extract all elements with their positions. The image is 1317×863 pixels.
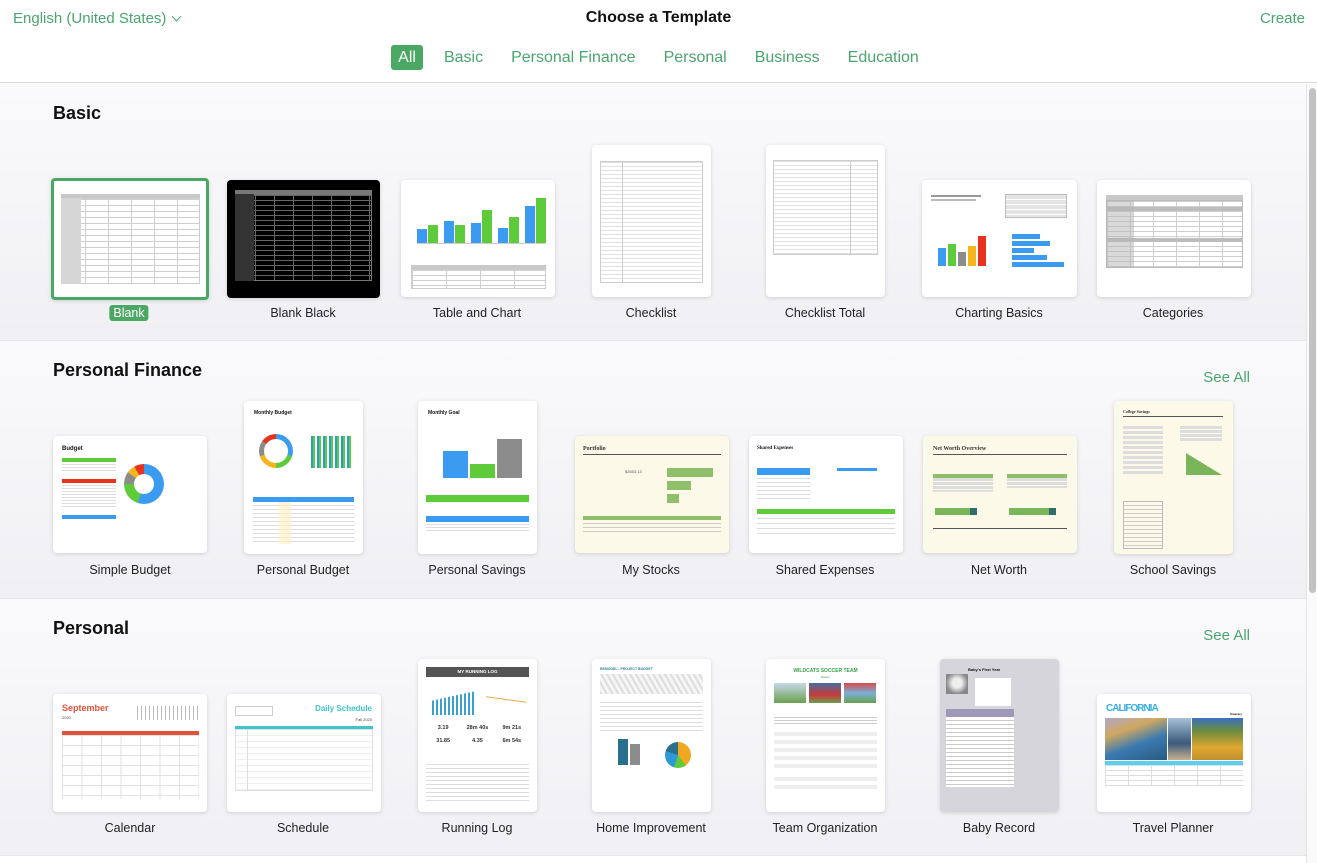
preview-title: MY RUNNING LOG [426,667,529,677]
see-all-link[interactable]: See All [1203,369,1250,386]
template-label: My Stocks [622,563,680,577]
template-thumbnail [51,178,209,300]
template-thumbnail: Shared Expenses [749,436,903,553]
template-label: Calendar [104,821,156,835]
section-personal: Personal See All September 2020 Calendar… [0,599,1306,856]
section-basic: Basic Blank Blank Black Table and Chart … [0,84,1306,341]
preview-title: CALIFORNIA [1106,703,1159,714]
template-label: Simple Budget [89,563,171,577]
page-title: Choose a Template [585,9,732,26]
template-thumbnail: CALIFORNIA Itinerary [1097,694,1251,812]
preview-value: $2653.13 [625,469,642,474]
template-thumbnail: September 2020 [53,694,207,812]
template-label: School Savings [1129,563,1217,577]
template-thumbnail [401,180,555,297]
template-label: Home Improvement [596,821,706,835]
stat-value: 3.19 [437,725,449,731]
template-label: Travel Planner [1132,821,1214,835]
preview-title: Portfolio [583,446,606,452]
preview-title: Daily Schedule [315,704,372,713]
top-bar: English (United States) Choose a Templat… [0,0,1317,83]
tab-business[interactable]: Business [748,45,827,70]
template-label: Personal Budget [256,563,350,577]
template-label: Blank [109,305,149,321]
tab-education[interactable]: Education [841,45,926,70]
preview-sub: Roster [821,675,830,679]
stat-value: 28m 40s [466,725,489,731]
template-label: Table and Chart [432,306,522,320]
stat-value: 4.35 [472,738,483,744]
vertical-scrollbar[interactable] [1306,84,1317,863]
preview-sub: Itinerary [1230,712,1242,716]
create-button[interactable]: Create [1260,10,1305,27]
tab-personal[interactable]: Personal [657,45,734,70]
section-title: Personal Finance [53,360,203,380]
preview-sub: Fall 2020 [355,717,372,722]
template-thumbnail: Portfolio $2653.13 [575,436,729,553]
preview-title: WILDCATS SOCCER TEAM [793,668,858,674]
template-label: Blank Black [270,306,336,320]
stat-value: 9m 21s [502,725,522,731]
tab-personal-finance[interactable]: Personal Finance [504,45,643,70]
section-personal-finance: Personal Finance See All Budget Simple B… [0,341,1306,599]
template-thumbnail: Monthly Budget [244,401,363,554]
template-thumbnail [592,145,711,297]
template-label: Shared Expenses [775,563,875,577]
preview-title: College Savings [1123,409,1150,414]
preview-title: Monthly Budget [254,410,292,416]
template-label: Net Worth [970,563,1028,577]
template-label: Categories [1142,306,1204,320]
template-thumbnail: Net Worth Overview [923,436,1077,553]
template-thumbnail [922,180,1077,297]
template-thumbnail: Monthly Goal [418,401,537,554]
template-gallery: Basic Blank Blank Black Table and Chart … [0,84,1306,863]
template-label: Baby Record [962,821,1036,835]
running-stats: 3.19 28m 40s 9m 21s 31.85 4.35 6m 54s [426,725,529,744]
template-thumbnail: Baby's First Year [940,659,1059,812]
template-label: Schedule [276,821,330,835]
template-label: Checklist Total [784,306,866,320]
preview-title: Net Worth Overview [933,446,987,452]
see-all-link[interactable]: See All [1203,627,1250,644]
template-label: Team Organization [772,821,878,835]
section-title: Personal [53,618,130,638]
template-label: Running Log [441,821,513,835]
template-thumbnail: Daily Schedule Fall 2020 [227,694,381,812]
template-label: Personal Savings [428,563,526,577]
preview-title: Monthly Goal [428,410,460,416]
template-label: Checklist [625,306,677,320]
preview-title: Shared Expenses [757,446,794,451]
tab-all[interactable]: All [391,45,423,70]
scrollbar-thumb[interactable] [1309,88,1316,593]
stat-value: 31.85 [436,738,451,744]
preview-title: Budget [62,446,83,452]
template-thumbnail: REMODEL - PROJECT BUDGET [592,659,711,812]
section-title: Basic [53,103,102,123]
preview-sub: 2020 [62,715,71,720]
template-thumbnail: WILDCATS SOCCER TEAM Roster [766,659,885,812]
template-thumbnail: Budget [53,436,207,553]
preview-title: REMODEL - PROJECT BUDGET [600,667,653,671]
preview-title: September [62,703,109,713]
template-thumbnail: College Savings [1114,401,1233,554]
category-tabs: All Basic Personal Finance Personal Busi… [0,45,1317,70]
template-label: Charting Basics [955,306,1043,320]
template-thumbnail [766,145,885,297]
section-divider [0,856,1306,863]
tab-basic[interactable]: Basic [437,45,490,70]
template-thumbnail: MY RUNNING LOG 3.19 28m 40s 9m 21s 31.85… [418,659,537,812]
preview-title: Baby's First Year [968,667,1001,672]
template-thumbnail [1097,180,1251,297]
template-thumbnail [227,180,380,298]
stat-value: 6m 54s [502,738,522,744]
